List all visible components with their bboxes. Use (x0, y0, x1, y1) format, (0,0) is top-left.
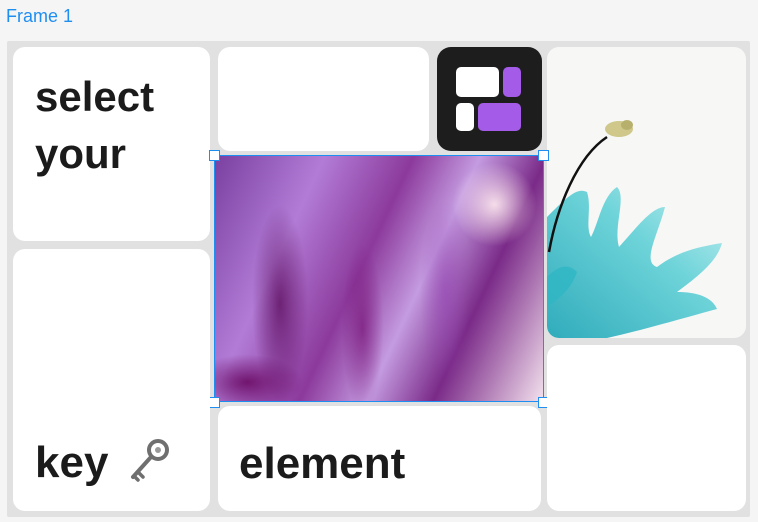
teal-ink-art (547, 120, 722, 338)
card-key[interactable]: key (13, 249, 210, 511)
frame-label[interactable]: Frame 1 (6, 6, 73, 27)
teal-ink-image[interactable] (547, 47, 746, 338)
card-top-empty[interactable] (218, 47, 429, 151)
card-element-text: element (239, 439, 406, 488)
card-element[interactable]: element (218, 406, 541, 511)
card-bottom-right-empty[interactable] (547, 345, 746, 511)
purple-ink-image[interactable] (214, 155, 544, 402)
card-select-your-text: select your (35, 73, 155, 177)
card-select-your[interactable]: select your (13, 47, 210, 241)
key-icon (131, 439, 169, 482)
layout-logo-icon[interactable] (437, 47, 542, 151)
resize-handle-top-left[interactable] (209, 150, 220, 161)
logo-block-white-top (456, 67, 499, 97)
card-key-text: key (35, 438, 109, 487)
logo-block-white-left (456, 103, 474, 131)
logo-block-purple-right (503, 67, 521, 97)
resize-handle-bottom-left[interactable] (209, 397, 220, 408)
logo-block-purple-bottom (478, 103, 521, 131)
resize-handle-top-right[interactable] (538, 150, 549, 161)
